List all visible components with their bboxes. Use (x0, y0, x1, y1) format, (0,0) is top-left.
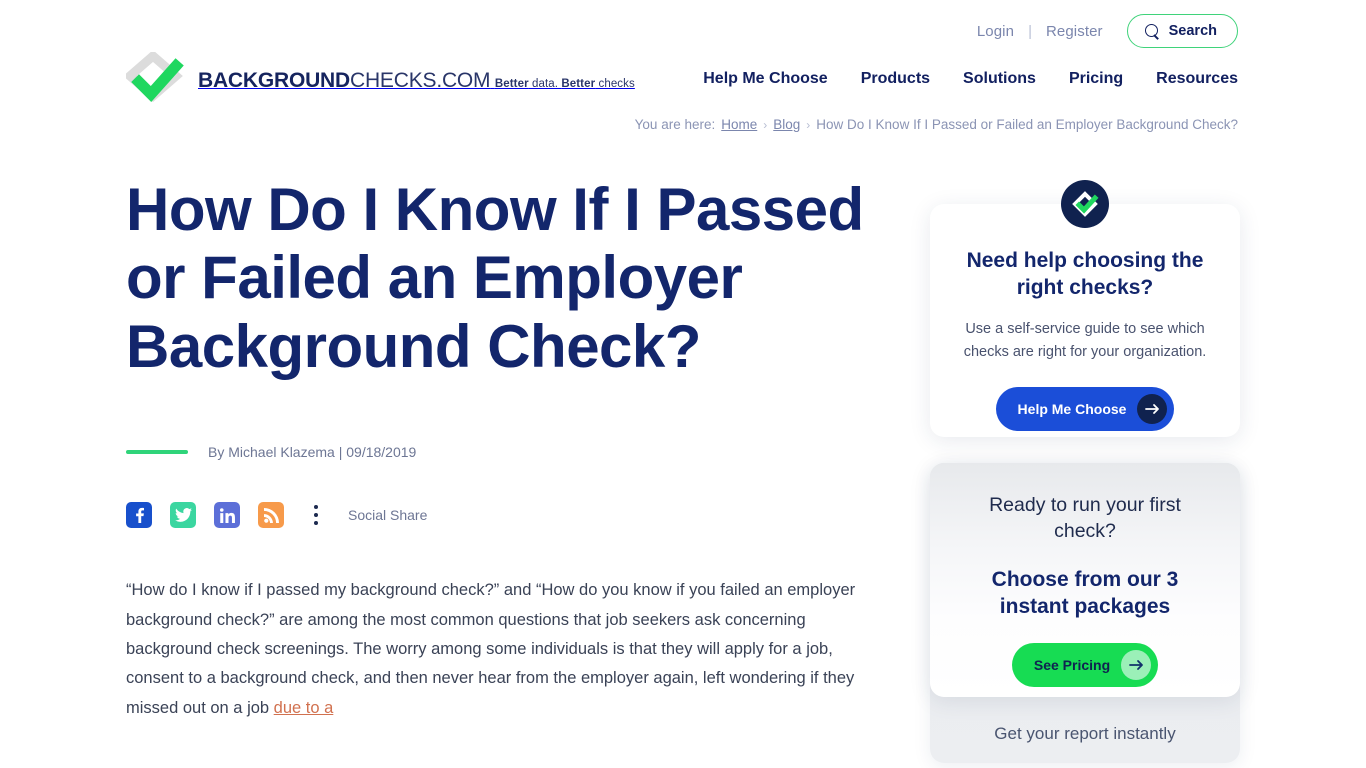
see-pricing-button-label: See Pricing (1033, 656, 1111, 673)
login-link[interactable]: Login (977, 23, 1014, 40)
search-icon (1144, 23, 1160, 39)
social-share-label: Social Share (348, 507, 428, 524)
page-title: How Do I Know If I Passed or Failed an E… (126, 176, 864, 380)
nav-item-pricing[interactable]: Pricing (1069, 70, 1123, 88)
help-choosing-card: Need help choosing the right checks? Use… (930, 180, 1240, 437)
paragraph-inline-link[interactable]: due to a (274, 699, 334, 717)
nav-item-solutions[interactable]: Solutions (963, 70, 1036, 88)
breadcrumb-current: How Do I Know If I Passed or Failed an E… (816, 117, 1238, 132)
help-me-choose-button[interactable]: Help Me Choose (995, 386, 1175, 431)
pricing-card-title: Choose from our 3 instant packages (991, 567, 1179, 618)
arrow-right-icon (1137, 393, 1168, 424)
breadcrumb-chevron-icon: › (806, 117, 811, 132)
page-root: Login | Register Search BACKGROUNDCHECKS… (0, 0, 1366, 768)
nav-item-resources[interactable]: Resources (1156, 70, 1238, 88)
logo-tagline: Better data. Better checks (494, 77, 635, 90)
help-card-title: Need help choosing the right checks? (966, 249, 1204, 299)
twitter-icon[interactable] (170, 502, 196, 529)
pricing-card: Ready to run your first check? Choose fr… (930, 463, 1240, 697)
byline-rule (126, 450, 188, 454)
social-share-row: Social Share (126, 502, 886, 529)
breadcrumb-home[interactable]: Home (721, 117, 757, 132)
diamond-check-badge-icon (1061, 180, 1109, 228)
breadcrumb-blog[interactable]: Blog (773, 117, 800, 132)
pricing-card-lead: Ready to run your first check? (989, 494, 1181, 542)
nav-item-products[interactable]: Products (861, 70, 930, 88)
diamond-check-logo-icon (123, 50, 186, 108)
logo-title: BACKGROUNDCHECKS.COM (198, 68, 491, 92)
rss-icon[interactable] (258, 502, 284, 529)
see-pricing-button[interactable]: See Pricing (1011, 642, 1159, 687)
breadcrumb-chevron-icon: › (763, 117, 768, 132)
pricing-card-footer: Get your report instantly (994, 724, 1176, 743)
breadcrumb: You are here: Home › Blog › How Do I Kno… (635, 117, 1238, 132)
main-navigation: Help Me Choose Products Solutions Pricin… (703, 70, 1238, 88)
byline-text: By Michael Klazema | 09/18/2019 (208, 444, 417, 461)
register-link[interactable]: Register (1046, 23, 1103, 40)
help-me-choose-button-label: Help Me Choose (1017, 400, 1127, 417)
utility-separator: | (1028, 22, 1032, 40)
breadcrumb-prefix: You are here: (634, 117, 716, 132)
byline-row: By Michael Klazema | 09/18/2019 (126, 444, 886, 460)
kebab-menu-icon[interactable] (306, 502, 326, 528)
facebook-icon[interactable] (126, 502, 152, 529)
article-paragraph: “How do I know if I passed my background… (126, 576, 871, 723)
paragraph-text: “How do I know if I passed my background… (126, 581, 856, 717)
nav-item-help-me-choose[interactable]: Help Me Choose (703, 70, 827, 88)
utility-bar: Login | Register Search (977, 14, 1238, 48)
search-button[interactable]: Search (1126, 14, 1238, 48)
article: How Do I Know If I Passed or Failed an E… (126, 176, 886, 723)
site-logo[interactable]: BACKGROUNDCHECKS.COM Better data. Better… (123, 50, 635, 108)
search-button-label: Search (1168, 23, 1217, 39)
arrow-right-icon (1121, 649, 1152, 680)
linkedin-icon[interactable] (214, 502, 240, 529)
help-card-subtitle: Use a self-service guide to see which ch… (963, 320, 1207, 361)
